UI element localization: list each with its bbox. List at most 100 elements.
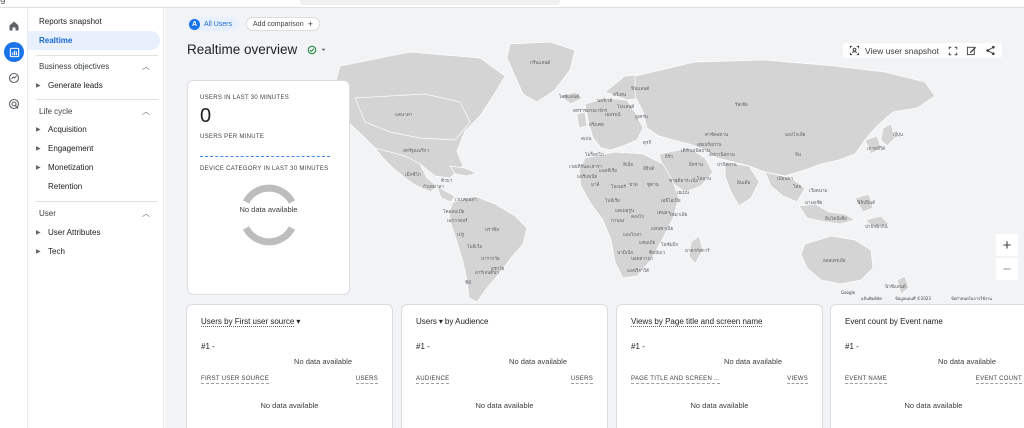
bar-chart-icon[interactable] xyxy=(4,42,24,62)
explore-icon[interactable] xyxy=(4,68,24,88)
nav-retention[interactable]: Retention xyxy=(28,177,160,196)
share-icon[interactable] xyxy=(985,45,996,56)
card-title-text: Views by Page title and screen name xyxy=(631,317,763,326)
map-terms[interactable]: ข้อกำหนดในการใช้งาน xyxy=(951,296,992,301)
map-label: ฝรั่งเศส xyxy=(589,121,604,128)
map-label: โซมาเลีย xyxy=(669,211,688,218)
map-label: ออสเตรเลีย xyxy=(823,257,846,264)
nav-engagement[interactable]: ▶ Engagement xyxy=(28,139,160,158)
audience-chip[interactable]: A All Users xyxy=(187,17,239,31)
side-nav: Reports snapshot Realtime Business objec… xyxy=(28,8,164,428)
caret-right-icon: ▶ xyxy=(36,249,41,255)
map-label: สวีเดน xyxy=(613,91,627,98)
card-no-data: No data available xyxy=(294,357,352,366)
filter-bar: A All Users Add comparison + xyxy=(187,17,320,31)
map-keyboard-shortcuts[interactable]: แป้นพิมพ์ลัด xyxy=(861,296,882,301)
map-label: เมียนมา xyxy=(777,175,793,182)
map-label: ไทย xyxy=(792,183,801,190)
divider xyxy=(36,55,158,56)
card-first-user-source: Users by First user source ▾ #1 - No data… xyxy=(186,304,393,428)
audience-avatar: A xyxy=(189,18,200,30)
column-header: EVENT COUNT xyxy=(975,376,1022,384)
nav-label: Monetization xyxy=(48,163,94,172)
card-columns: AUDIENCE USERS xyxy=(416,376,593,387)
section-user[interactable]: User ︿ xyxy=(28,205,160,221)
card-title[interactable]: Users by First user source ▾ xyxy=(201,317,378,326)
map-label: จีน xyxy=(795,151,802,158)
edit-report-icon[interactable] xyxy=(966,45,977,56)
map-label: มาเลเซีย xyxy=(805,199,823,206)
map-label: โมร็อกโก xyxy=(585,150,604,158)
card-table-no-data: No data available xyxy=(690,401,749,410)
card-title[interactable]: Event count by Event name xyxy=(845,317,1022,326)
zoom-in-button[interactable]: + xyxy=(996,234,1018,256)
card-audience: Users ▾ by Audience #1 - No data availabl… xyxy=(401,304,608,428)
card-rank: #1 - xyxy=(416,342,430,351)
home-icon[interactable] xyxy=(4,16,24,36)
divider xyxy=(36,201,158,202)
card-title[interactable]: Views by Page title and screen name xyxy=(631,317,808,326)
nav-label: Reports snapshot xyxy=(39,17,102,26)
card-no-data: No data available xyxy=(938,357,996,366)
map-label: ฟินแลนด์ xyxy=(631,85,650,92)
nav-acquisition[interactable]: ▶ Acquisition xyxy=(28,120,160,139)
section-business-objectives[interactable]: Business objectives ︿ xyxy=(28,58,160,74)
section-label: Life cycle xyxy=(39,106,73,116)
map-label: แคเมอรูน xyxy=(615,208,635,214)
map-label: แคนาดา xyxy=(395,113,413,118)
map-label: เอธิโอเปีย xyxy=(661,197,681,204)
zoom-out-button[interactable]: − xyxy=(996,258,1018,280)
add-comparison-button[interactable]: Add comparison + xyxy=(246,17,320,31)
view-user-snapshot-button[interactable]: View user snapshot xyxy=(849,45,939,56)
plus-icon: + xyxy=(307,19,313,29)
advertising-icon[interactable] xyxy=(4,94,24,114)
main-content: กรีนแลนด์ ไอซ์แลนด์ รัสเซีย แคนาดา สหรัฐ… xyxy=(165,8,1024,428)
nav-monetization[interactable]: ▶ Monetization xyxy=(28,158,160,177)
section-life-cycle[interactable]: Life cycle ︿ xyxy=(28,103,160,119)
nav-label: Retention xyxy=(48,182,83,191)
map-label: ไนเจอร์ xyxy=(610,183,626,190)
map-label: ซูดาน xyxy=(647,182,660,188)
nav-user-attributes[interactable]: ▶ User Attributes xyxy=(28,223,160,242)
nav-label: Acquisition xyxy=(48,125,87,134)
map-label: แองโกลา xyxy=(623,231,642,238)
map-label: อุรุกวัย xyxy=(491,265,505,272)
caret-right-icon: ▶ xyxy=(36,146,41,152)
users-30min-label: USERS IN LAST 30 MINUTES xyxy=(200,95,290,101)
nav-tech[interactable]: ▶ Tech xyxy=(28,242,160,261)
map-label: โมซัมบิก xyxy=(661,241,679,248)
card-title[interactable]: Users ▾ by Audience xyxy=(416,317,593,326)
card-page-views: Views by Page title and screen name #1 -… xyxy=(616,304,823,428)
fullscreen-icon[interactable] xyxy=(947,45,958,56)
device-no-data: No data available xyxy=(239,205,298,214)
map-label: บอตสวานา xyxy=(631,256,654,262)
search-bar[interactable] xyxy=(300,0,560,5)
map-label: ชาด xyxy=(629,182,638,188)
users-per-minute-label: USERS PER MINUTE xyxy=(200,134,265,140)
card-columns: FIRST USER SOURCE USERS xyxy=(201,376,378,387)
map-label: แซมเบีย xyxy=(639,239,656,246)
column-header: PAGE TITLE AND SCREEN ... xyxy=(631,376,720,384)
map-label: สหราชอาณาจักร xyxy=(573,107,608,114)
map-label: มองโกเลีย xyxy=(785,131,806,138)
map-label: โคลอมเบีย xyxy=(443,208,465,215)
left-rail xyxy=(0,8,28,428)
card-title-text: Event count by Event name xyxy=(845,317,943,326)
status-dropdown[interactable] xyxy=(303,45,331,55)
nav-label: Engagement xyxy=(48,144,94,153)
map-label: ตุรกี xyxy=(643,139,651,146)
nav-generate-leads[interactable]: ▶ Generate leads xyxy=(28,76,160,95)
title-bar: Realtime overview xyxy=(187,42,331,57)
map-label: คองโก xyxy=(631,213,645,220)
nav-label: User Attributes xyxy=(48,228,101,237)
nav-reports-snapshot[interactable]: Reports snapshot xyxy=(28,12,160,31)
users-30min-value: 0 xyxy=(200,105,212,127)
map-label: ปารากวัย xyxy=(481,255,500,262)
map-label: มาลี xyxy=(591,181,600,188)
caret-right-icon: ▶ xyxy=(36,83,41,89)
plus-icon: + xyxy=(1002,236,1012,254)
card-table-no-data: No data available xyxy=(904,401,963,410)
nav-realtime[interactable]: Realtime xyxy=(28,31,160,50)
nav-label: Tech xyxy=(48,247,65,256)
section-label: Business objectives xyxy=(39,61,110,71)
